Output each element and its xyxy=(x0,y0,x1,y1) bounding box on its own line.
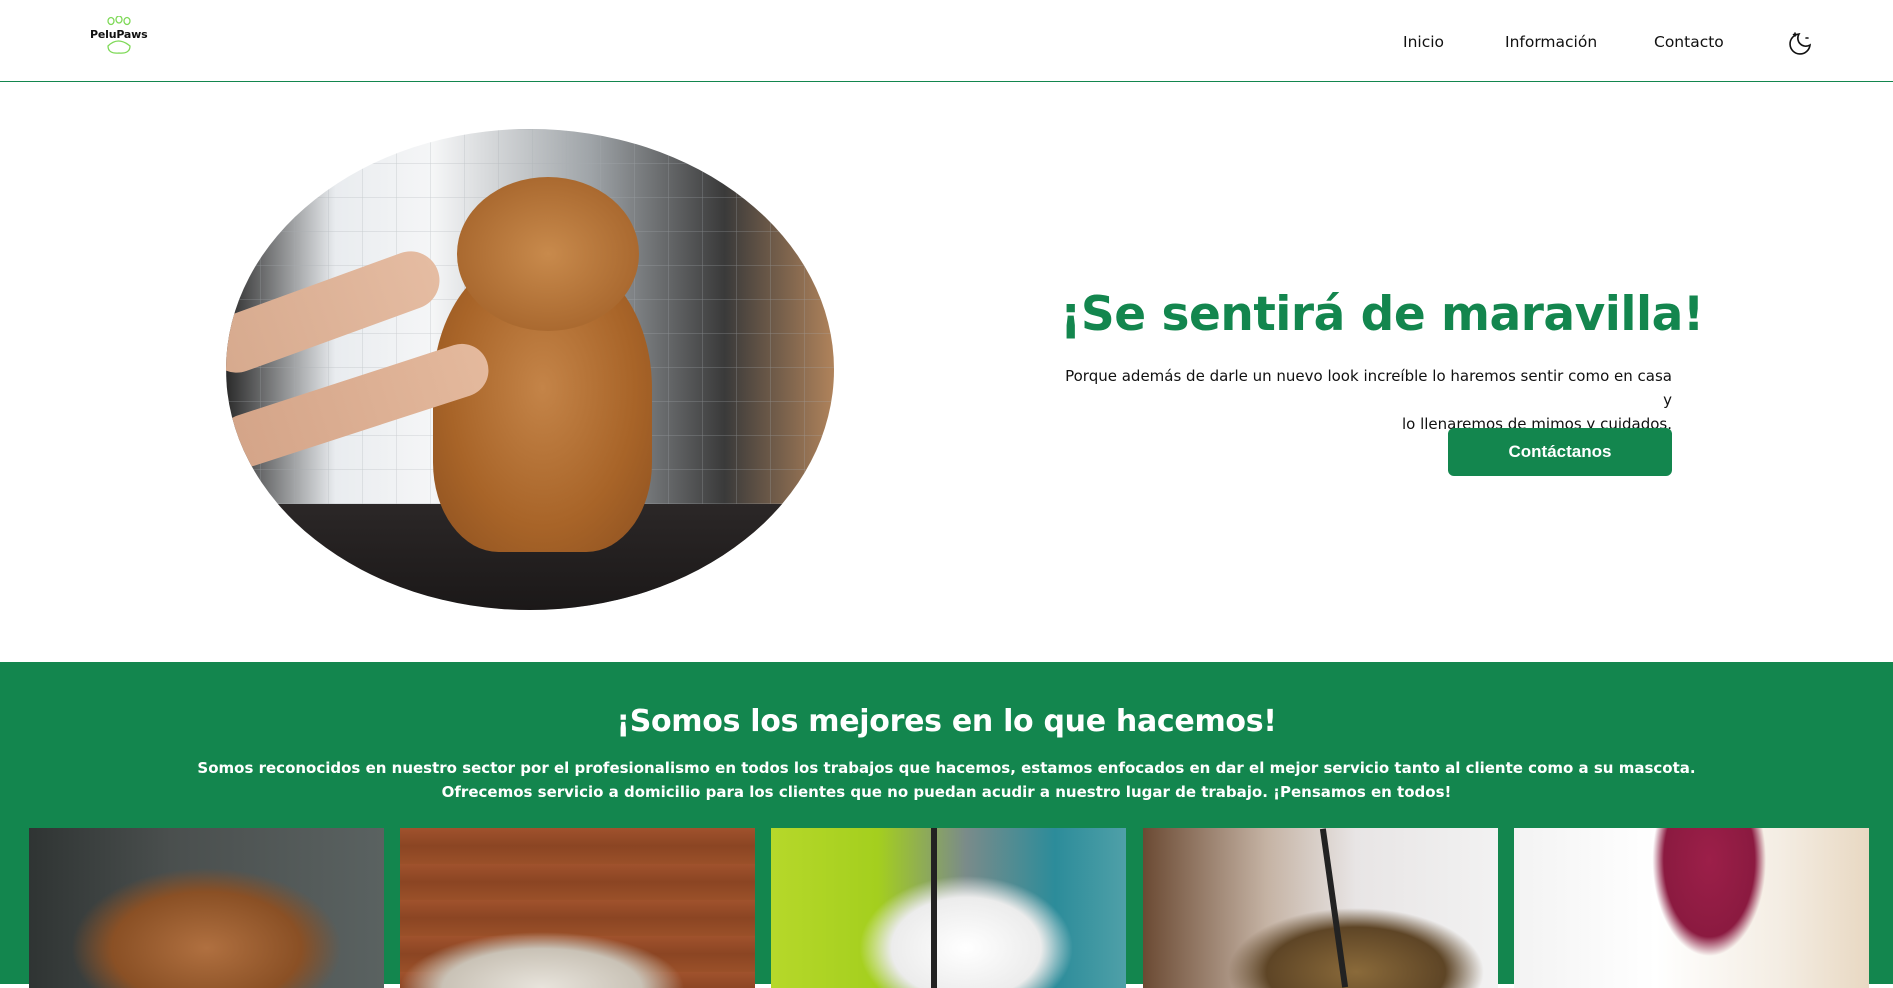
hero-title: ¡Se sentirá de maravilla! xyxy=(1060,287,1704,342)
moon-icon xyxy=(1789,32,1811,55)
gallery-image-poodle xyxy=(29,828,384,988)
hero-description-line1: Porque además de darle un nuevo look inc… xyxy=(1065,367,1672,409)
hero-image-dog-head xyxy=(457,177,640,331)
nav-link-inicio[interactable]: Inicio xyxy=(1403,33,1444,51)
gallery-image-comb xyxy=(1319,828,1349,988)
logo[interactable]: PeluPaws xyxy=(86,16,150,56)
hero-description: Porque además de darle un nuevo look inc… xyxy=(1060,364,1672,436)
nav-link-informacion[interactable]: Información xyxy=(1505,33,1597,51)
about-description-line1: Somos reconocidos en nuestro sector por … xyxy=(197,759,1696,777)
about-description: Somos reconocidos en nuestro sector por … xyxy=(0,756,1893,804)
site-header: PeluPaws Inicio Información Contacto xyxy=(0,0,1893,82)
about-title: ¡Somos los mejores en lo que hacemos! xyxy=(616,704,1277,739)
theme-toggle-button[interactable] xyxy=(1786,30,1814,58)
gallery-image-clipper xyxy=(400,828,755,988)
gallery-image-maltese xyxy=(771,828,1126,988)
nav-link-contacto[interactable]: Contacto xyxy=(1654,33,1724,51)
gallery-image-groomer-apron xyxy=(1514,828,1869,988)
about-section: ¡Somos los mejores en lo que hacemos! So… xyxy=(0,662,1893,988)
about-description-line2: Ofrecemos servicio a domicilio para los … xyxy=(441,783,1452,801)
gallery-image-yorkie-comb xyxy=(1143,828,1498,988)
logo-text: PeluPaws xyxy=(90,28,148,41)
hero-image xyxy=(226,129,834,610)
gallery xyxy=(29,828,1869,988)
contact-button[interactable]: Contáctanos xyxy=(1448,428,1672,476)
gallery-image-leash xyxy=(931,828,937,988)
